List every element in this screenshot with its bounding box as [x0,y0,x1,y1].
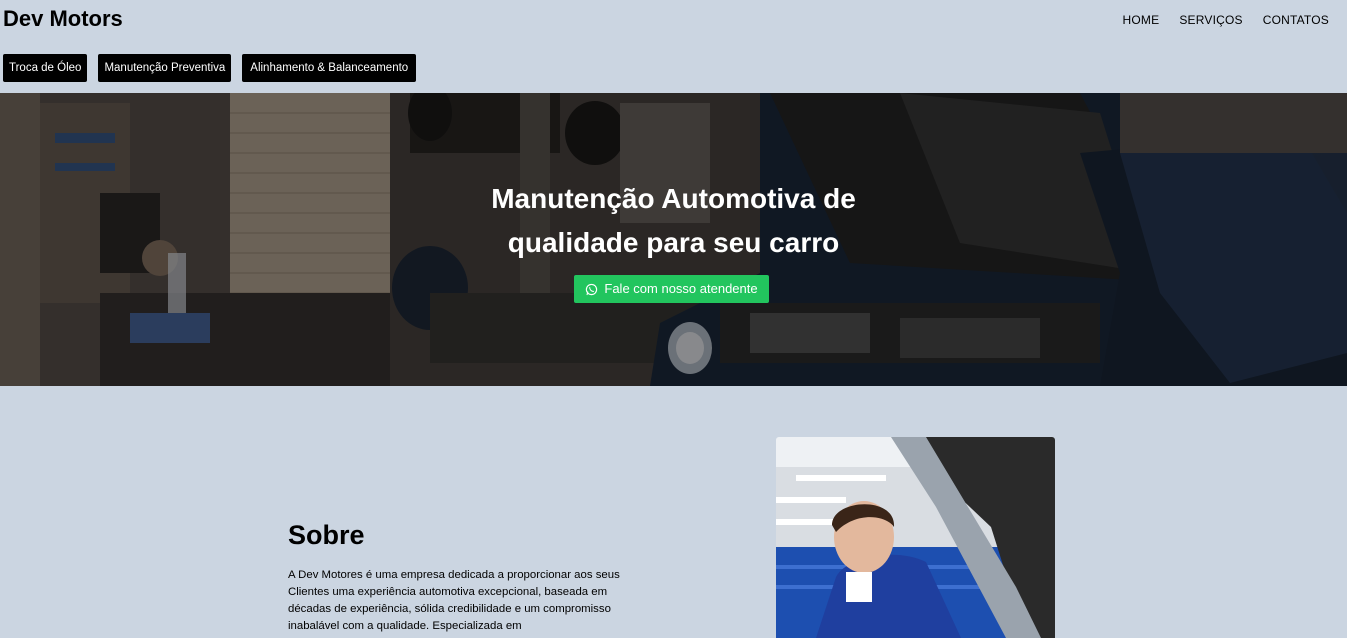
brand-logo[interactable]: Dev Motors [3,6,123,32]
nav-services-link[interactable]: SERVIÇOS [1179,13,1242,27]
service-alignment-balancing-button[interactable]: Alinhamento & Balanceamento [242,54,417,82]
service-buttons: Troca de Óleo Manutenção Preventiva Alin… [3,54,417,82]
about-text: A Dev Motores é uma empresa dedicada a p… [288,569,620,632]
service-oil-change-button[interactable]: Troca de Óleo [3,54,88,82]
hero-banner: Manutenção Automotiva de qualidade para … [0,93,1347,386]
hero-title-line-1: Manutenção Automotiva de [491,183,856,214]
site-header: Dev Motors HOME SERVIÇOS CONTATOS Troca … [0,0,1347,93]
about-title: Sobre [288,520,365,550]
service-preventive-maintenance-button[interactable]: Manutenção Preventiva [98,54,232,82]
nav-home-link[interactable]: HOME [1123,13,1160,27]
top-nav: HOME SERVIÇOS CONTATOS [1123,13,1330,27]
contact-attendant-button[interactable]: Fale com nosso atendente [574,275,769,303]
hero-title-line-2: qualidade para seu carro [507,227,840,258]
nav-contacts-link[interactable]: CONTATOS [1263,13,1329,27]
contact-attendant-label: Fale com nosso atendente [604,281,758,296]
whatsapp-icon [586,283,598,295]
hero-title: Manutenção Automotiva de qualidade para … [0,177,1347,265]
mechanic-photo [776,437,1055,638]
